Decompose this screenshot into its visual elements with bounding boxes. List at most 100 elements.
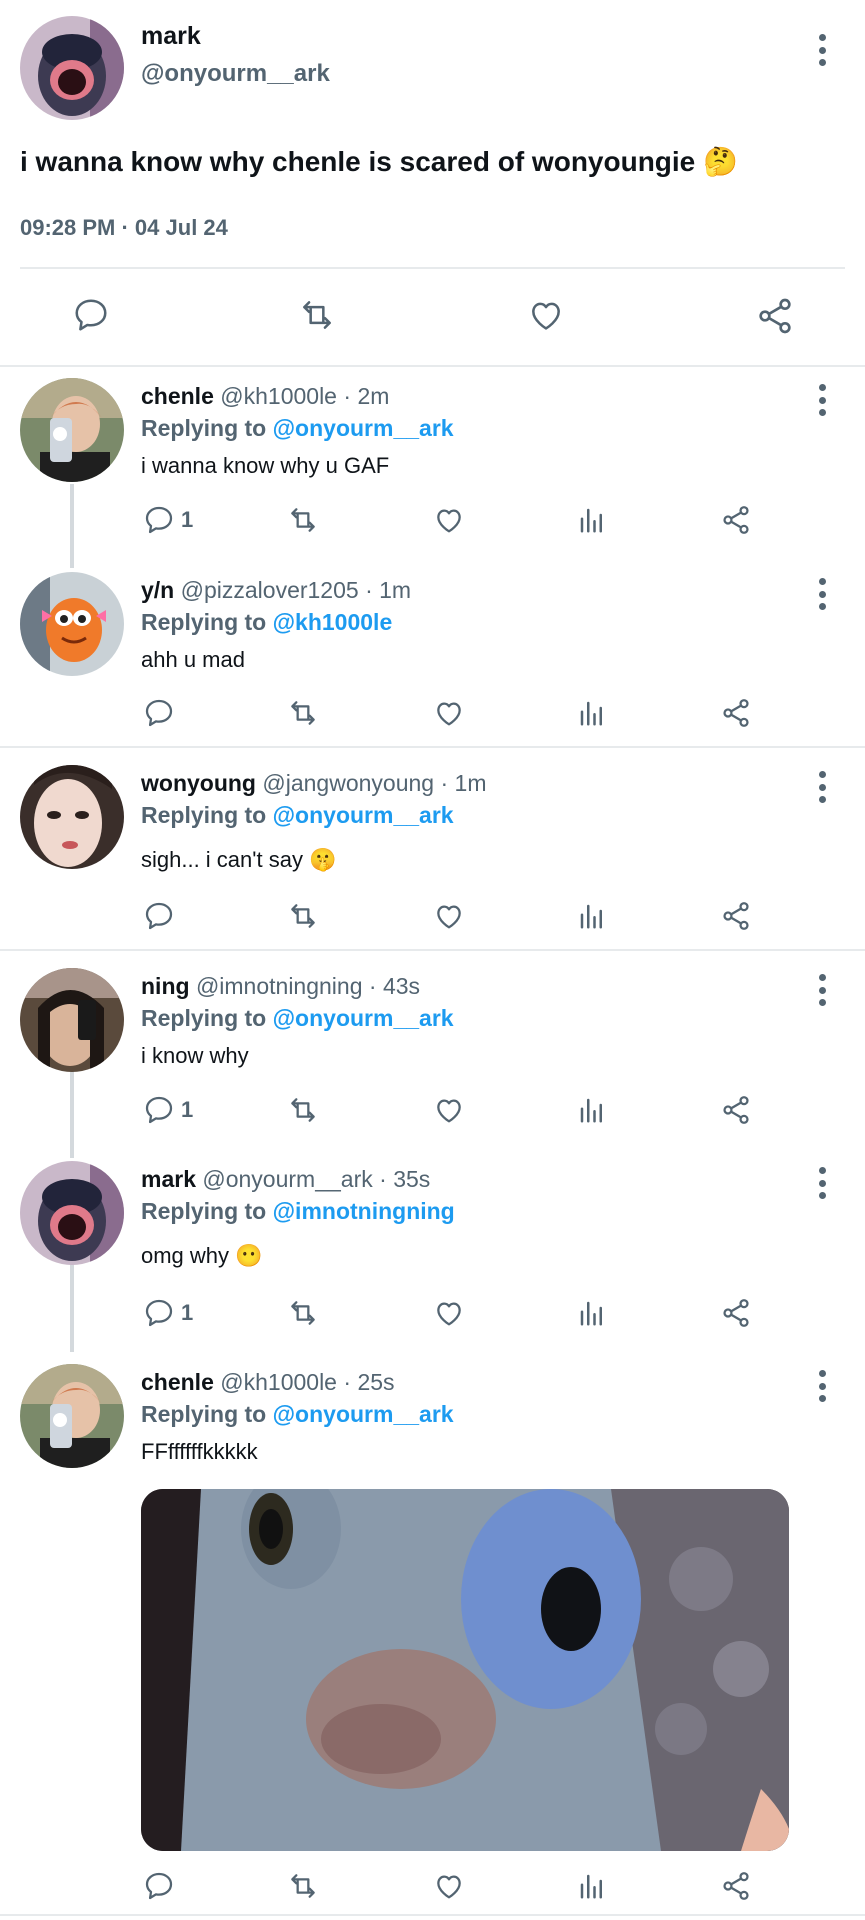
comment-button[interactable] — [143, 900, 181, 932]
views-button[interactable] — [577, 504, 607, 536]
retweet-button[interactable] — [285, 1094, 321, 1126]
like-icon — [437, 1099, 461, 1123]
author-name[interactable]: chenle — [141, 1369, 214, 1395]
more-icon[interactable] — [817, 34, 827, 66]
like-button[interactable] — [432, 1094, 466, 1126]
author-name[interactable]: wonyoung — [141, 770, 256, 796]
avatar[interactable] — [20, 378, 124, 482]
retweet-button[interactable] — [285, 697, 321, 729]
like-button[interactable] — [526, 296, 566, 334]
share-button[interactable] — [720, 504, 752, 536]
author-handle[interactable]: @kh1000le — [220, 1369, 337, 1395]
replying-to-handle[interactable]: @imnotningning — [273, 1198, 455, 1224]
author-handle[interactable]: @onyourm__ark — [202, 1166, 372, 1192]
avatar[interactable] — [20, 765, 124, 869]
more-icon[interactable] — [817, 1370, 827, 1402]
avatar[interactable] — [20, 968, 124, 1072]
views-icon — [580, 508, 602, 533]
share-button[interactable] — [720, 697, 752, 729]
author-handle[interactable]: @pizzalover1205 — [181, 577, 359, 603]
retweet-button[interactable] — [285, 900, 321, 932]
retweet-button[interactable] — [296, 296, 338, 334]
share-button[interactable] — [720, 1297, 752, 1329]
more-icon[interactable] — [817, 578, 827, 610]
author-handle[interactable]: @imnotningning — [196, 973, 363, 999]
author-handle[interactable]: @jangwonyoung — [262, 770, 434, 796]
share-icon — [723, 506, 749, 534]
reply-time: 2m — [357, 383, 390, 409]
author-name[interactable]: y/n — [141, 577, 174, 603]
reply-text: omg why 😶 — [141, 1243, 263, 1269]
replying-to-handle[interactable]: @onyourm__ark — [273, 1401, 454, 1427]
views-button[interactable] — [577, 1094, 607, 1126]
comment-icon — [145, 1872, 173, 1900]
comment-button[interactable]: 1 — [143, 1094, 193, 1126]
like-button[interactable] — [432, 1297, 466, 1329]
more-icon[interactable] — [817, 974, 827, 1006]
views-button[interactable] — [577, 697, 607, 729]
like-button[interactable] — [432, 697, 466, 729]
like-button[interactable] — [432, 1870, 466, 1902]
separator: · — [365, 577, 373, 603]
thread-line — [70, 484, 74, 568]
avatar[interactable] — [20, 16, 124, 120]
reply-time: 1m — [379, 577, 412, 603]
replying-to: Replying to @kh1000le — [141, 609, 392, 636]
avatar[interactable] — [20, 1161, 124, 1265]
comment-button[interactable] — [143, 1870, 181, 1902]
reply-count: 1 — [181, 1097, 194, 1122]
share-button[interactable] — [720, 900, 752, 932]
comment-button[interactable]: 1 — [143, 1297, 193, 1329]
replying-to: Replying to @onyourm__ark — [141, 802, 454, 829]
retweet-icon — [291, 508, 315, 532]
comment-button[interactable]: 1 — [143, 504, 193, 536]
comment-button[interactable] — [143, 697, 181, 729]
replying-to-handle[interactable]: @onyourm__ark — [273, 802, 454, 828]
author-handle[interactable]: @onyourm__ark — [141, 60, 330, 88]
replying-to-handle[interactable]: @onyourm__ark — [273, 415, 454, 441]
share-button[interactable] — [720, 1094, 752, 1126]
author-name[interactable]: mark — [141, 1166, 196, 1192]
comment-icon — [145, 699, 173, 727]
comment-button[interactable] — [72, 296, 110, 334]
retweet-button[interactable] — [285, 504, 321, 536]
share-icon — [723, 1872, 749, 1900]
reply-text-body: omg why — [141, 1243, 230, 1268]
avatar[interactable] — [20, 572, 124, 676]
attached-image[interactable] — [141, 1489, 789, 1851]
retweet-icon — [291, 1874, 315, 1898]
author-name[interactable]: mark — [141, 22, 201, 51]
views-button[interactable] — [577, 1870, 607, 1902]
share-button[interactable] — [720, 1870, 752, 1902]
retweet-button[interactable] — [285, 1870, 321, 1902]
replying-to-handle[interactable]: @onyourm__ark — [273, 1005, 454, 1031]
comment-icon — [145, 506, 173, 534]
reply-text: ahh u mad — [141, 647, 245, 673]
comment-icon — [75, 299, 107, 331]
author-name[interactable]: chenle — [141, 383, 214, 409]
more-icon[interactable] — [817, 771, 827, 803]
like-icon — [437, 905, 461, 929]
reply-text-body: FFffffffkkkkk — [141, 1439, 258, 1464]
retweet-button[interactable] — [285, 1297, 321, 1329]
share-icon — [723, 699, 749, 727]
more-icon[interactable] — [817, 1167, 827, 1199]
views-button[interactable] — [577, 1297, 607, 1329]
like-button[interactable] — [432, 900, 466, 932]
avatar[interactable] — [20, 1364, 124, 1468]
share-button[interactable] — [755, 296, 795, 336]
author-handle[interactable]: @kh1000le — [220, 383, 337, 409]
reply-text-body: ahh u mad — [141, 647, 245, 672]
views-icon — [580, 701, 602, 726]
replying-to-handle[interactable]: @kh1000le — [273, 609, 393, 635]
share-icon — [759, 298, 791, 334]
more-icon[interactable] — [817, 384, 827, 416]
thinking-emoji: 🤔 — [703, 146, 738, 177]
reply-text-body: i wanna know why u GAF — [141, 453, 390, 478]
views-button[interactable] — [577, 900, 607, 932]
like-button[interactable] — [432, 504, 466, 536]
views-icon — [580, 904, 602, 929]
reply-header: mark @onyourm__ark · 35s — [141, 1166, 430, 1193]
replying-to-label: Replying to — [141, 1005, 267, 1031]
author-name[interactable]: ning — [141, 973, 190, 999]
